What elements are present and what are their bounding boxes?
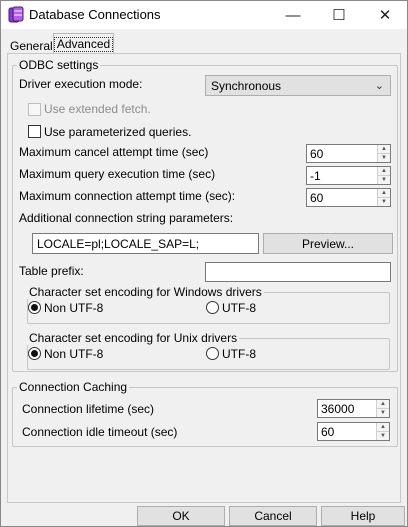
close-button[interactable]: ✕	[362, 1, 408, 29]
connection-idle-label: Connection idle timeout (sec)	[22, 425, 178, 439]
use-parameterized-label: Use parameterized queries.	[44, 125, 192, 139]
spin-down-icon[interactable]: ▼	[377, 432, 389, 441]
charset-unix-non-utf8-radio[interactable]	[28, 347, 41, 360]
spin-arrows[interactable]: ▲ ▼	[377, 189, 390, 206]
ok-button[interactable]: OK	[137, 506, 225, 526]
use-parameterized-checkbox[interactable]	[28, 125, 41, 138]
charset-windows-utf8-label: UTF-8	[222, 301, 256, 315]
spin-up-icon[interactable]: ▲	[378, 167, 390, 176]
spin-arrows[interactable]: ▲ ▼	[377, 167, 390, 184]
database-connections-dialog: Database Connections — ☐ ✕ General Advan…	[0, 0, 408, 527]
minimize-button[interactable]: —	[270, 1, 316, 29]
title-bar: Database Connections — ☐ ✕	[1, 1, 407, 29]
max-query-value: -1	[310, 168, 321, 183]
spin-up-icon[interactable]: ▲	[378, 145, 390, 154]
driver-mode-select[interactable]: Synchronous ⌄	[205, 75, 391, 96]
charset-windows-legend: Character set encoding for Windows drive…	[27, 285, 264, 299]
max-query-spinbox[interactable]: -1 ▲ ▼	[306, 166, 391, 185]
charset-unix-utf8-radio[interactable]	[206, 347, 219, 360]
spin-arrows[interactable]: ▲ ▼	[376, 423, 389, 440]
charset-windows-utf8-radio[interactable]	[206, 301, 219, 314]
connection-lifetime-label: Connection lifetime (sec)	[22, 402, 155, 416]
max-connection-label: Maximum connection attempt time (sec):	[19, 189, 236, 203]
cancel-button[interactable]: Cancel	[229, 506, 317, 526]
additional-params-input[interactable]: LOCALE=pl;LOCALE_SAP=L;	[32, 233, 259, 254]
help-button[interactable]: Help	[321, 506, 405, 526]
spin-up-icon[interactable]: ▲	[377, 400, 389, 409]
charset-unix-legend: Character set encoding for Unix drivers	[27, 331, 240, 345]
tab-advanced-label: Advanced	[53, 36, 114, 52]
maximize-button[interactable]: ☐	[316, 1, 362, 29]
spin-down-icon[interactable]: ▼	[377, 409, 389, 418]
window-title: Database Connections	[29, 7, 161, 22]
odbc-settings-legend: ODBC settings	[17, 58, 101, 72]
radio-selected-dot	[31, 350, 38, 357]
chevron-down-icon: ⌄	[374, 80, 384, 92]
database-app-icon	[8, 6, 24, 23]
charset-windows-non-utf8-radio[interactable]	[28, 301, 41, 314]
table-prefix-input[interactable]	[205, 262, 391, 282]
table-prefix-label: Table prefix:	[19, 264, 84, 278]
spin-up-icon[interactable]: ▲	[378, 189, 390, 198]
max-connection-spinbox[interactable]: 60 ▲ ▼	[306, 188, 391, 207]
additional-params-value: LOCALE=pl;LOCALE_SAP=L;	[37, 236, 200, 251]
additional-params-label: Additional connection string parameters:	[19, 211, 234, 225]
max-cancel-spinbox[interactable]: 60 ▲ ▼	[306, 144, 391, 163]
spin-arrows[interactable]: ▲ ▼	[377, 145, 390, 162]
spin-down-icon[interactable]: ▼	[378, 154, 390, 163]
tab-general[interactable]: General	[10, 39, 53, 53]
connection-idle-spinbox[interactable]: 60 ▲ ▼	[317, 422, 390, 441]
driver-mode-value: Synchronous	[211, 78, 282, 93]
connection-lifetime-value: 36000	[321, 401, 355, 416]
spin-down-icon[interactable]: ▼	[378, 198, 390, 207]
max-cancel-label: Maximum cancel attempt time (sec)	[19, 145, 209, 159]
spin-up-icon[interactable]: ▲	[377, 423, 389, 432]
spin-arrows[interactable]: ▲ ▼	[376, 400, 389, 417]
charset-unix-non-utf8-label: Non UTF-8	[44, 347, 104, 361]
max-query-label: Maximum query execution time (sec)	[19, 167, 216, 181]
use-extended-fetch-label: Use extended fetch.	[44, 102, 151, 116]
spin-down-icon[interactable]: ▼	[378, 176, 390, 185]
tab-advanced[interactable]: Advanced	[53, 33, 114, 54]
max-connection-value: 60	[310, 190, 324, 205]
radio-selected-dot	[31, 304, 38, 311]
charset-unix-utf8-label: UTF-8	[222, 347, 256, 361]
connection-idle-value: 60	[321, 424, 335, 439]
driver-mode-label: Driver execution mode:	[19, 77, 143, 91]
use-extended-fetch-checkbox[interactable]	[28, 103, 41, 116]
connection-lifetime-spinbox[interactable]: 36000 ▲ ▼	[317, 399, 390, 418]
max-cancel-value: 60	[310, 146, 324, 161]
charset-windows-non-utf8-label: Non UTF-8	[44, 301, 104, 315]
preview-button[interactable]: Preview...	[263, 233, 393, 254]
connection-caching-legend: Connection Caching	[17, 380, 130, 394]
